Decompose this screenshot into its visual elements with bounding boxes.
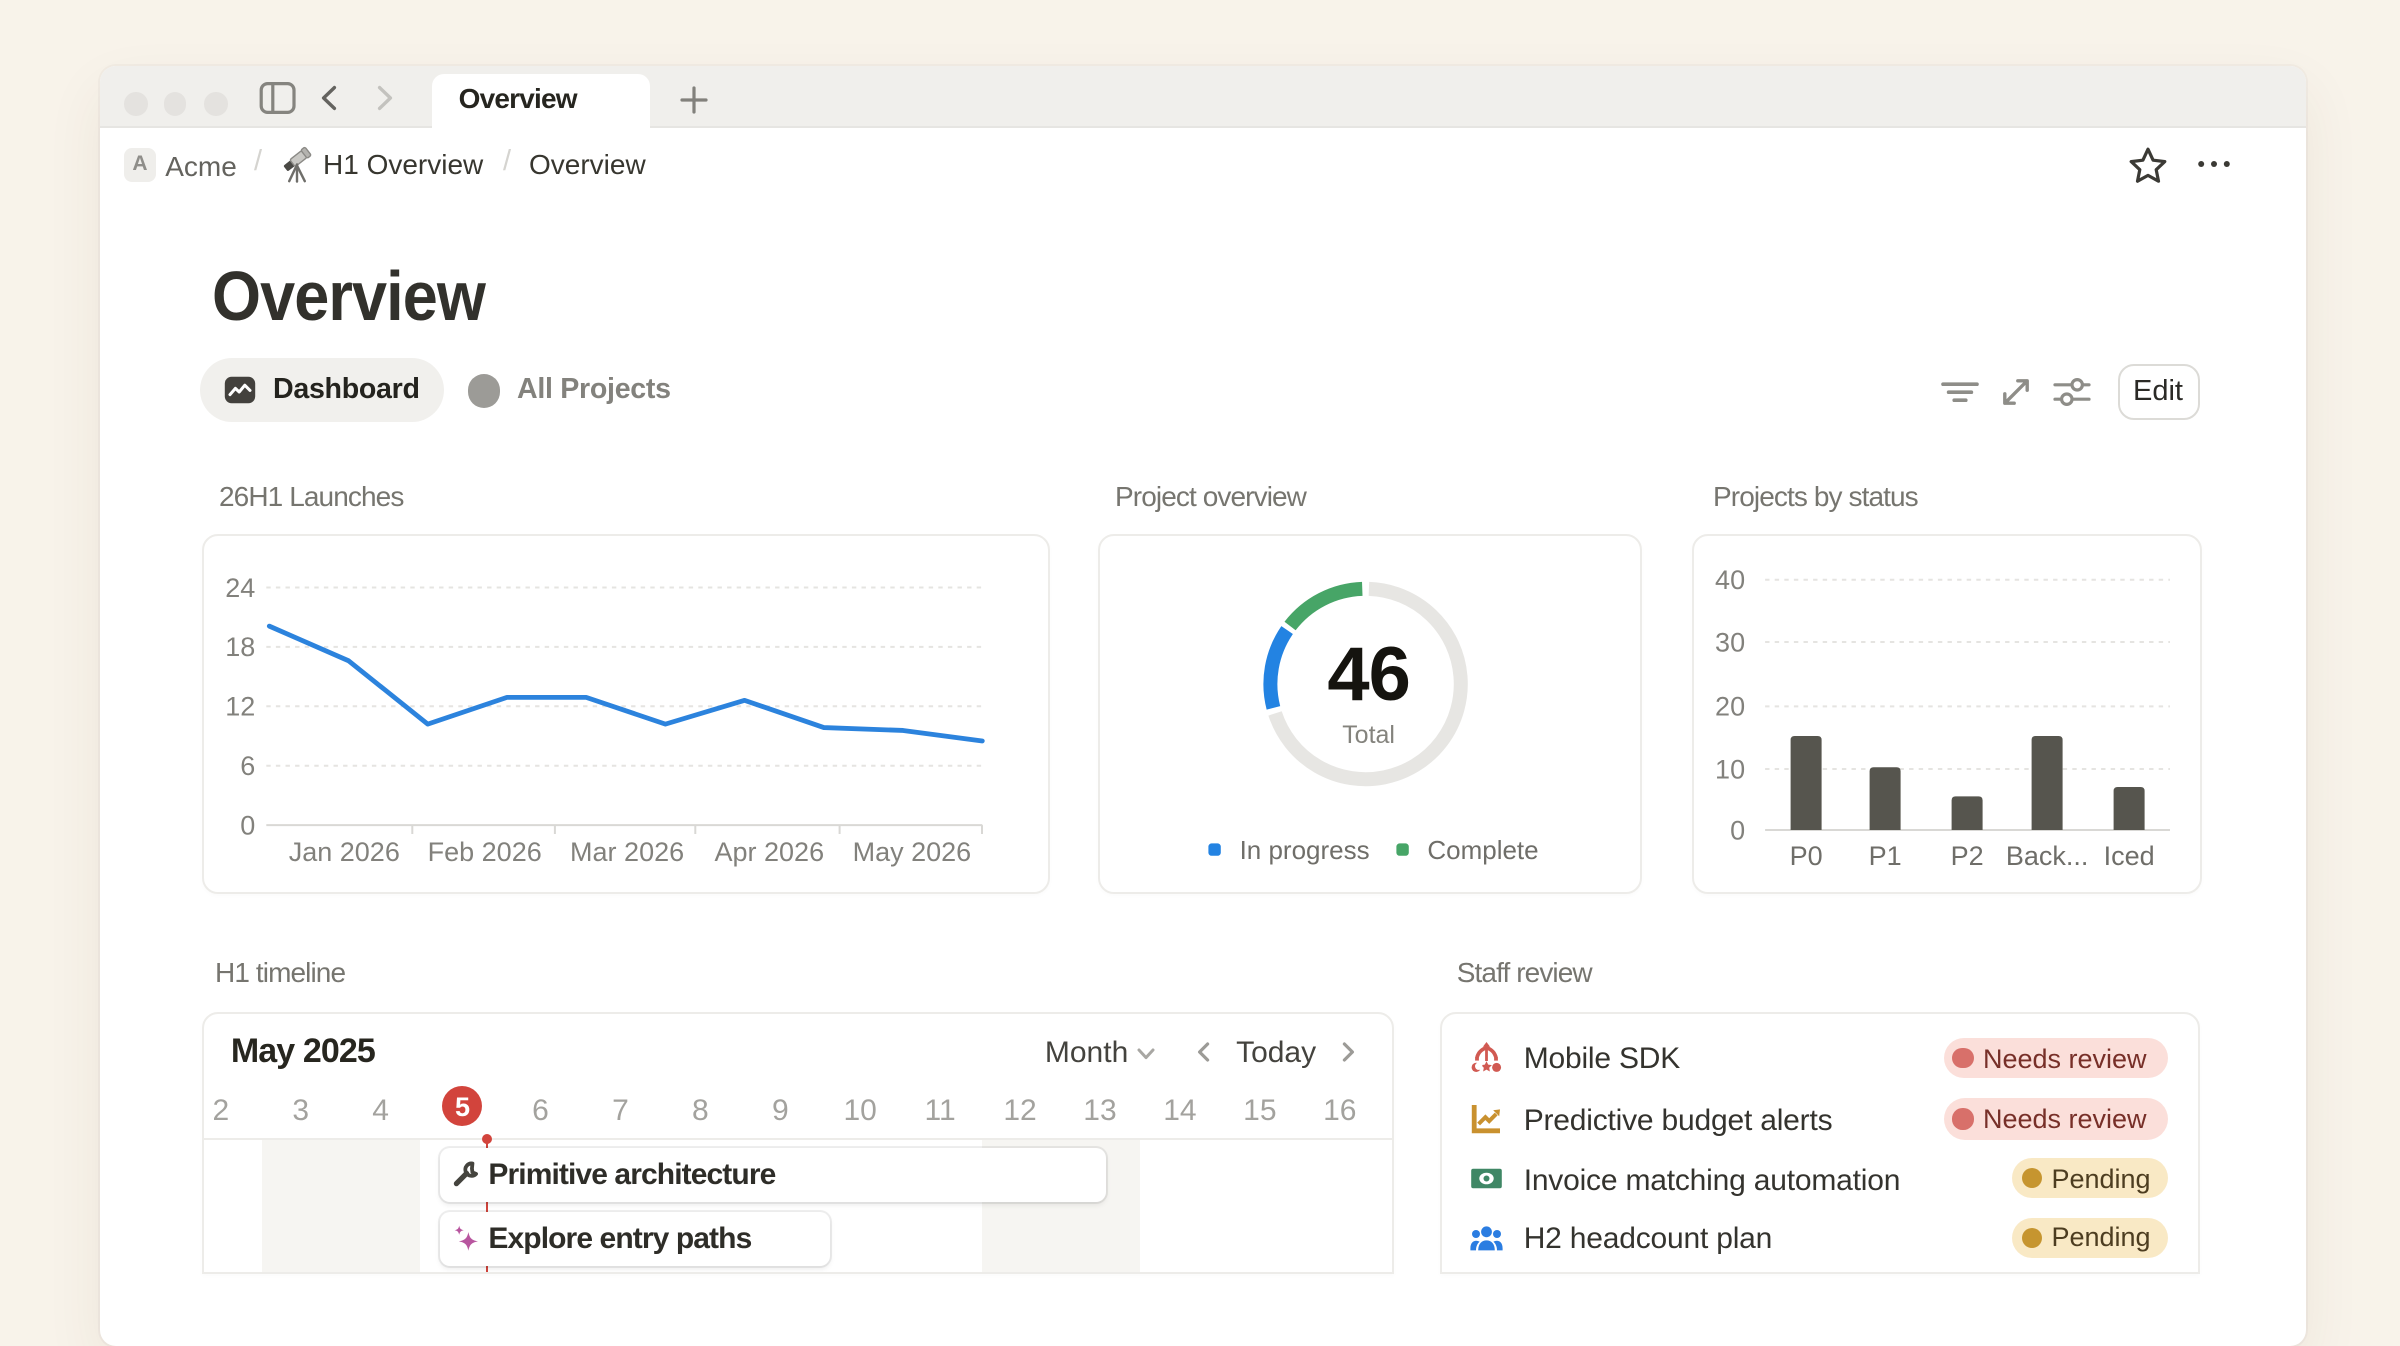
svg-text:12: 12 bbox=[226, 691, 256, 721]
svg-text:Mar 2026: Mar 2026 bbox=[571, 836, 685, 866]
svg-text:0: 0 bbox=[1730, 814, 1745, 844]
svg-text:In progress: In progress bbox=[1239, 834, 1369, 864]
svg-text:10: 10 bbox=[1715, 753, 1745, 783]
svg-text:P0: P0 bbox=[1789, 840, 1822, 870]
svg-text:Total: Total bbox=[1342, 720, 1395, 748]
svg-text:P1: P1 bbox=[1868, 840, 1901, 870]
svg-text:Feb 2026: Feb 2026 bbox=[428, 836, 542, 866]
svg-text:0: 0 bbox=[241, 809, 256, 839]
svg-text:Complete: Complete bbox=[1427, 834, 1538, 864]
svg-text:May 2026: May 2026 bbox=[853, 836, 972, 866]
svg-text:30: 30 bbox=[1715, 626, 1745, 656]
svg-text:40: 40 bbox=[1715, 564, 1745, 594]
svg-text:P2: P2 bbox=[1950, 840, 1983, 870]
svg-text:46: 46 bbox=[1327, 631, 1410, 716]
svg-text:Back...: Back... bbox=[2006, 840, 2089, 870]
svg-text:Jan 2026: Jan 2026 bbox=[289, 836, 400, 866]
svg-text:Iced: Iced bbox=[2103, 840, 2154, 870]
svg-text:24: 24 bbox=[226, 572, 256, 602]
svg-text:18: 18 bbox=[226, 631, 256, 661]
svg-text:20: 20 bbox=[1715, 691, 1745, 721]
svg-text:6: 6 bbox=[241, 750, 256, 780]
svg-text:Apr 2026: Apr 2026 bbox=[715, 836, 825, 866]
